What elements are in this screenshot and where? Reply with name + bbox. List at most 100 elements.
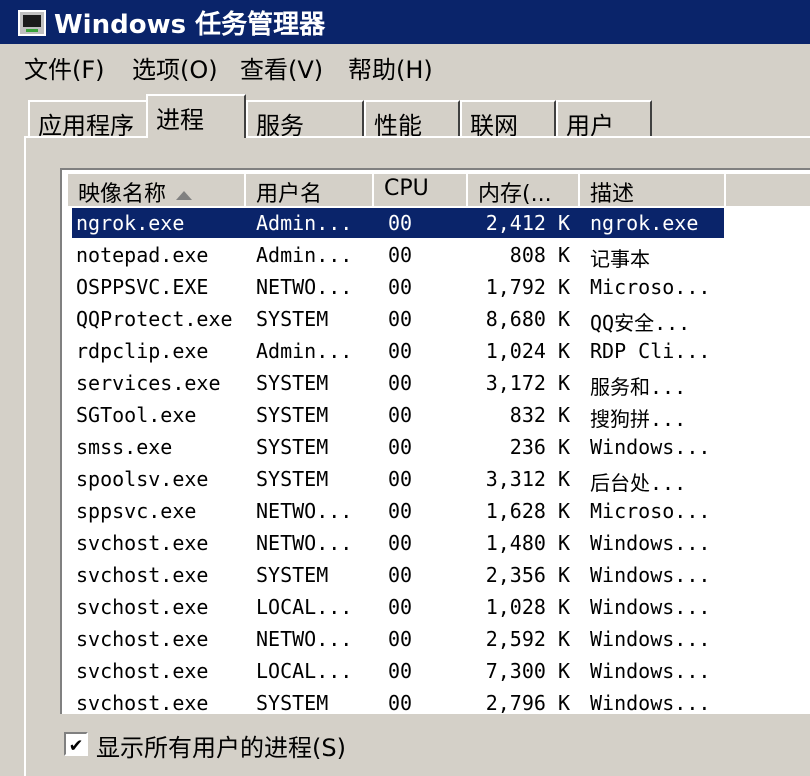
process-memory: 3,172 K [485,371,570,395]
process-description: Windows... [590,627,711,651]
process-row[interactable]: svchost.exe NETWO... 00 1,480 K Windows... [72,528,810,558]
column-header-cpu[interactable]: CPU [372,172,468,206]
process-name: services.exe [76,371,221,395]
tab-performance[interactable]: 性能 [364,100,460,140]
tab-processes[interactable]: 进程 [146,94,246,138]
process-row[interactable]: svchost.exe LOCAL... 00 1,028 K Windows... [72,592,810,622]
process-memory: 236 K [509,435,570,459]
process-memory: 1,028 K [485,595,570,619]
process-name: svchost.exe [76,531,209,555]
process-row[interactable]: SGTool.exe SYSTEM 00 832 K 搜狗拼... [72,400,810,431]
process-user: Admin... [256,339,353,363]
process-row[interactable]: svchost.exe SYSTEM 00 2,356 K Windows... [72,560,810,590]
process-name: ngrok.exe [76,211,185,235]
process-cpu: 00 [388,627,413,651]
process-description: ngrok.exe [590,211,699,235]
process-name: spoolsv.exe [76,467,209,491]
process-memory: 2,356 K [485,563,570,587]
task-manager-icon [18,10,46,36]
process-user: Admin... [256,211,353,235]
tab-services[interactable]: 服务 [246,100,364,140]
tab-applications[interactable]: 应用程序 [28,100,148,140]
process-row[interactable]: OSPPSVC.EXE NETWO... 00 1,792 K Microso... [72,272,810,302]
process-row[interactable]: svchost.exe NETWO... 00 2,592 K Windows... [72,624,810,654]
process-row[interactable]: notepad.exe Admin... 00 808 K 记事本 [72,240,810,271]
process-name: QQProtect.exe [76,307,233,331]
process-description: Microso... [590,499,711,523]
process-user: SYSTEM [256,435,329,459]
column-header-empty [724,172,810,206]
process-description: Windows... [590,563,711,587]
menu-bar: 文件(F) 选项(O) 查看(V) 帮助(H) [0,46,810,86]
process-row[interactable]: QQProtect.exe SYSTEM 00 8,680 K QQ安全... [72,304,810,335]
process-user: Admin... [256,243,353,267]
process-description: Windows... [590,659,711,683]
process-cpu: 00 [388,467,413,491]
process-row[interactable]: ngrok.exe Admin... 00 2,412 K ngrok.exe [72,208,724,238]
process-name: notepad.exe [76,243,209,267]
process-user: SYSTEM [256,371,329,395]
process-memory: 7,300 K [485,659,570,683]
process-memory: 808 K [509,243,570,267]
process-cpu: 00 [388,339,413,363]
process-row[interactable]: svchost.exe LOCAL... 00 7,300 K Windows... [72,656,810,686]
process-user: SYSTEM [256,691,329,714]
show-all-users-label: 显示所有用户的进程(S) [96,734,346,762]
process-name: svchost.exe [76,595,209,619]
process-cpu: 00 [388,691,413,714]
process-user: NETWO... [256,499,353,523]
process-description: 服务和... [590,375,687,399]
process-row[interactable]: rdpclip.exe Admin... 00 1,024 K RDP Cli... [72,336,810,366]
process-description: 后台处... [590,471,687,495]
process-user: NETWO... [256,627,353,651]
process-description: 搜狗拼... [590,407,687,431]
process-memory: 1,792 K [485,275,570,299]
process-description: 记事本 [590,247,650,271]
process-cpu: 00 [388,531,413,555]
process-cpu: 00 [388,243,413,267]
menu-file[interactable]: 文件(F) [24,50,105,85]
process-memory: 1,480 K [485,531,570,555]
process-memory: 1,024 K [485,339,570,363]
process-description: QQ安全... [590,311,691,335]
process-description: Microso... [590,275,711,299]
process-memory: 832 K [509,403,570,427]
process-user: LOCAL... [256,659,353,683]
process-description: Windows... [590,691,711,714]
process-cpu: 00 [388,563,413,587]
process-row[interactable]: sppsvc.exe NETWO... 00 1,628 K Microso... [72,496,810,526]
tab-networking[interactable]: 联网 [460,100,556,140]
process-description: RDP Cli... [590,339,711,363]
tab-users[interactable]: 用户 [556,100,652,140]
menu-options[interactable]: 选项(O) [132,50,218,85]
process-memory: 1,628 K [485,499,570,523]
column-header-memory[interactable]: 内存(... [466,172,580,206]
process-cpu: 00 [388,275,413,299]
process-row[interactable]: spoolsv.exe SYSTEM 00 3,312 K 后台处... [72,464,810,495]
tab-strip: 应用程序 进程 服务 性能 联网 用户 [0,94,810,140]
process-row[interactable]: smss.exe SYSTEM 00 236 K Windows... [72,432,810,462]
sort-ascending-icon [176,190,193,200]
column-header-image-name[interactable]: 映像名称 [66,172,246,206]
process-memory: 2,796 K [485,691,570,714]
process-user: SYSTEM [256,307,329,331]
menu-view[interactable]: 查看(V) [240,50,323,85]
process-row[interactable]: svchost.exe SYSTEM 00 2,796 K Windows... [72,688,810,714]
process-user: NETWO... [256,531,353,555]
process-user: NETWO... [256,275,353,299]
show-all-users-checkbox[interactable]: ✔ [64,732,88,756]
process-name: svchost.exe [76,659,209,683]
menu-help[interactable]: 帮助(H) [348,50,433,85]
column-header-user-name[interactable]: 用户名 [244,172,374,206]
process-name: svchost.exe [76,691,209,714]
process-name: svchost.exe [76,627,209,651]
process-name: sppsvc.exe [76,499,197,523]
process-user: SYSTEM [256,403,329,427]
process-row[interactable]: services.exe SYSTEM 00 3,172 K 服务和... [72,368,810,399]
process-cpu: 00 [388,659,413,683]
process-list[interactable]: 映像名称 用户名 CPU 内存(... 描述 ngrok.exe Admin...… [60,168,810,714]
column-header-description[interactable]: 描述 [578,172,726,206]
process-cpu: 00 [388,403,413,427]
process-cpu: 00 [388,435,413,459]
process-memory: 2,592 K [485,627,570,651]
